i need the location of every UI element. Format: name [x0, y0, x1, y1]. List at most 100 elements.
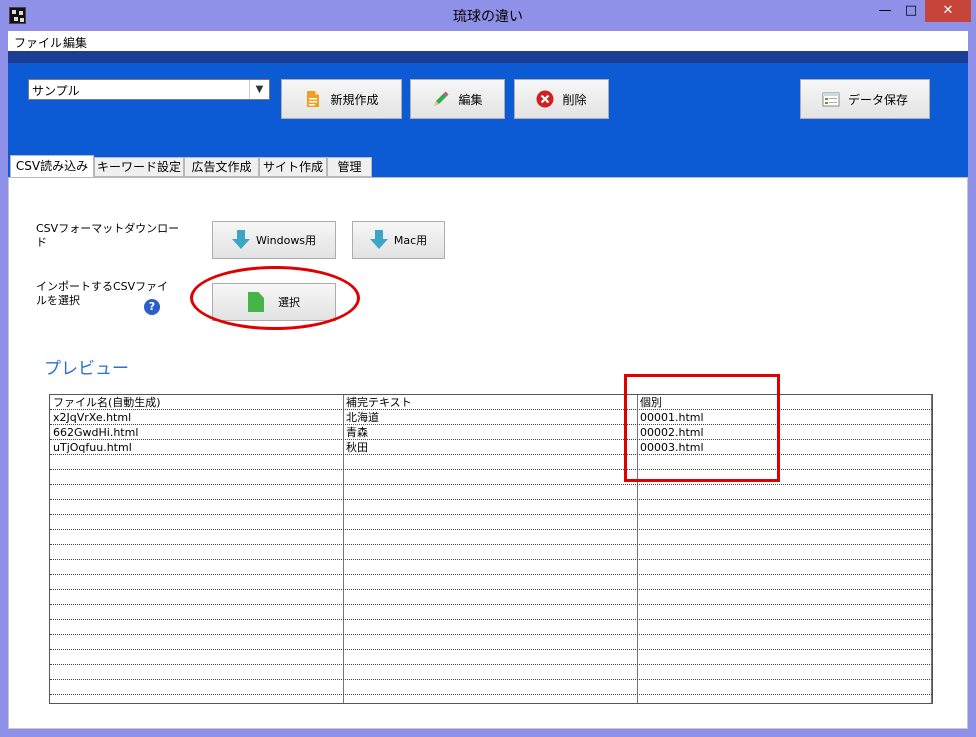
tab-manage[interactable]: 管理 — [327, 157, 372, 177]
table-cell-empty[interactable] — [637, 665, 931, 680]
mac-download-button[interactable]: Mac用 — [352, 221, 445, 259]
table-row[interactable] — [50, 635, 932, 650]
table-row[interactable] — [50, 680, 932, 695]
csv-import-panel: CSVフォーマットダウンロー ド Windows用 Mac用 インポートするCS… — [8, 177, 968, 729]
table-cell-empty[interactable] — [637, 500, 931, 515]
menu-file[interactable]: ファイル — [14, 34, 62, 51]
tab-csv-import[interactable]: CSV読み込み — [10, 155, 94, 177]
edit-button[interactable]: 編集 — [410, 79, 505, 119]
table-row[interactable] — [50, 485, 932, 500]
table-cell-empty[interactable] — [343, 575, 637, 590]
table-cell-empty[interactable] — [343, 680, 637, 695]
table-cell-empty[interactable] — [343, 515, 637, 530]
table-cell[interactable]: 北海道 — [343, 410, 637, 425]
maximize-button[interactable]: □ — [898, 0, 924, 22]
table-cell-empty[interactable] — [50, 635, 343, 650]
table-row[interactable] — [50, 455, 932, 470]
table-cell-empty[interactable] — [637, 575, 931, 590]
table-row[interactable] — [50, 470, 932, 485]
new-button[interactable]: 新規作成 — [281, 79, 402, 119]
table-cell-empty[interactable] — [343, 560, 637, 575]
table-row[interactable] — [50, 530, 932, 545]
table-cell-empty[interactable] — [343, 590, 637, 605]
format-download-label-line2: ド — [36, 236, 47, 249]
table-cell-empty[interactable] — [637, 545, 931, 560]
table-cell-empty[interactable] — [637, 650, 931, 665]
table-cell[interactable]: x2JqVrXe.html — [50, 410, 343, 425]
table-cell-empty[interactable] — [637, 485, 931, 500]
delete-button[interactable]: 削除 — [514, 79, 609, 119]
table-cell-empty[interactable] — [343, 500, 637, 515]
table-row[interactable] — [50, 665, 932, 680]
title-bar[interactable]: 琉球の違い — □ ✕ — [0, 0, 976, 31]
table-cell-empty[interactable] — [637, 605, 931, 620]
table-row[interactable] — [50, 515, 932, 530]
table-row[interactable]: uTjOqfuu.html 秋田 00003.html — [50, 440, 932, 455]
table-cell-empty[interactable] — [50, 485, 343, 500]
table-cell-empty[interactable] — [50, 500, 343, 515]
table-cell-empty[interactable] — [637, 680, 931, 695]
table-cell-empty[interactable] — [50, 470, 343, 485]
template-select[interactable]: サンプル ▼ — [28, 79, 270, 100]
table-cell-empty[interactable] — [343, 620, 637, 635]
table-cell-empty[interactable] — [50, 515, 343, 530]
table-row[interactable] — [50, 605, 932, 620]
windows-download-button[interactable]: Windows用 — [212, 221, 336, 259]
table-cell-empty[interactable] — [343, 455, 637, 470]
table-cell-empty[interactable] — [343, 545, 637, 560]
table-cell-empty[interactable] — [50, 650, 343, 665]
tab-keyword-settings[interactable]: キーワード設定 — [94, 157, 184, 177]
minimize-button[interactable]: — — [872, 0, 898, 22]
table-cell-empty[interactable] — [50, 680, 343, 695]
table-cell-empty[interactable] — [343, 635, 637, 650]
table-cell-empty[interactable] — [343, 485, 637, 500]
table-row[interactable] — [50, 545, 932, 560]
table-cell-empty[interactable] — [50, 665, 343, 680]
table-cell-empty[interactable] — [343, 530, 637, 545]
template-select-value: サンプル — [32, 84, 80, 98]
table-row[interactable]: x2JqVrXe.html 北海道 00001.html — [50, 410, 932, 425]
table-cell-empty[interactable] — [50, 560, 343, 575]
table-cell-empty[interactable] — [50, 620, 343, 635]
format-download-label-line1: CSVフォーマットダウンロー — [36, 222, 180, 235]
table-cell[interactable]: 秋田 — [343, 440, 637, 455]
table-cell[interactable]: 662GwdHi.html — [50, 425, 343, 440]
preview-table[interactable]: ファイル名(自動生成) 補完テキスト 個別 x2JqVrXe.html 北海道 00001… — [49, 394, 933, 704]
table-cell-empty[interactable] — [343, 605, 637, 620]
tab-strip: CSV読み込み キーワード設定 広告文作成 サイト作成 管理 — [8, 155, 968, 177]
table-row[interactable] — [50, 500, 932, 515]
table-cell-empty[interactable] — [637, 635, 931, 650]
table-cell-empty[interactable] — [343, 665, 637, 680]
table-row[interactable] — [50, 650, 932, 665]
table-cell[interactable]: 青森 — [343, 425, 637, 440]
table-row[interactable] — [50, 620, 932, 635]
windows-download-label: Windows用 — [255, 234, 317, 247]
table-cell-empty[interactable] — [343, 470, 637, 485]
table-cell-empty[interactable] — [50, 590, 343, 605]
table-cell-empty[interactable] — [50, 605, 343, 620]
chevron-down-icon[interactable]: ▼ — [249, 80, 269, 99]
table-cell-empty[interactable] — [637, 530, 931, 545]
table-header-row: ファイル名(自動生成) 補完テキスト 個別 — [50, 395, 932, 410]
help-icon[interactable]: ? — [144, 299, 160, 315]
tab-ad-copy[interactable]: 広告文作成 — [184, 157, 259, 177]
table-cell-empty[interactable] — [343, 650, 637, 665]
table-cell-empty[interactable] — [637, 515, 931, 530]
save-data-button[interactable]: データ保存 — [800, 79, 930, 119]
table-cell-empty[interactable] — [50, 575, 343, 590]
close-button[interactable]: ✕ — [925, 0, 971, 22]
tab-site-creation[interactable]: サイト作成 — [259, 157, 327, 177]
preview-title: プレビュー — [44, 359, 129, 379]
table-cell-empty[interactable] — [50, 455, 343, 470]
table-cell-empty[interactable] — [637, 620, 931, 635]
table-cell-empty[interactable] — [50, 545, 343, 560]
menu-edit[interactable]: 編集 — [63, 34, 87, 51]
table-row[interactable] — [50, 575, 932, 590]
table-cell[interactable]: uTjOqfuu.html — [50, 440, 343, 455]
table-cell-empty[interactable] — [637, 590, 931, 605]
table-row[interactable] — [50, 590, 932, 605]
table-row[interactable] — [50, 560, 932, 575]
table-cell-empty[interactable] — [637, 560, 931, 575]
table-cell-empty[interactable] — [50, 530, 343, 545]
table-row[interactable]: 662GwdHi.html 青森 00002.html — [50, 425, 932, 440]
